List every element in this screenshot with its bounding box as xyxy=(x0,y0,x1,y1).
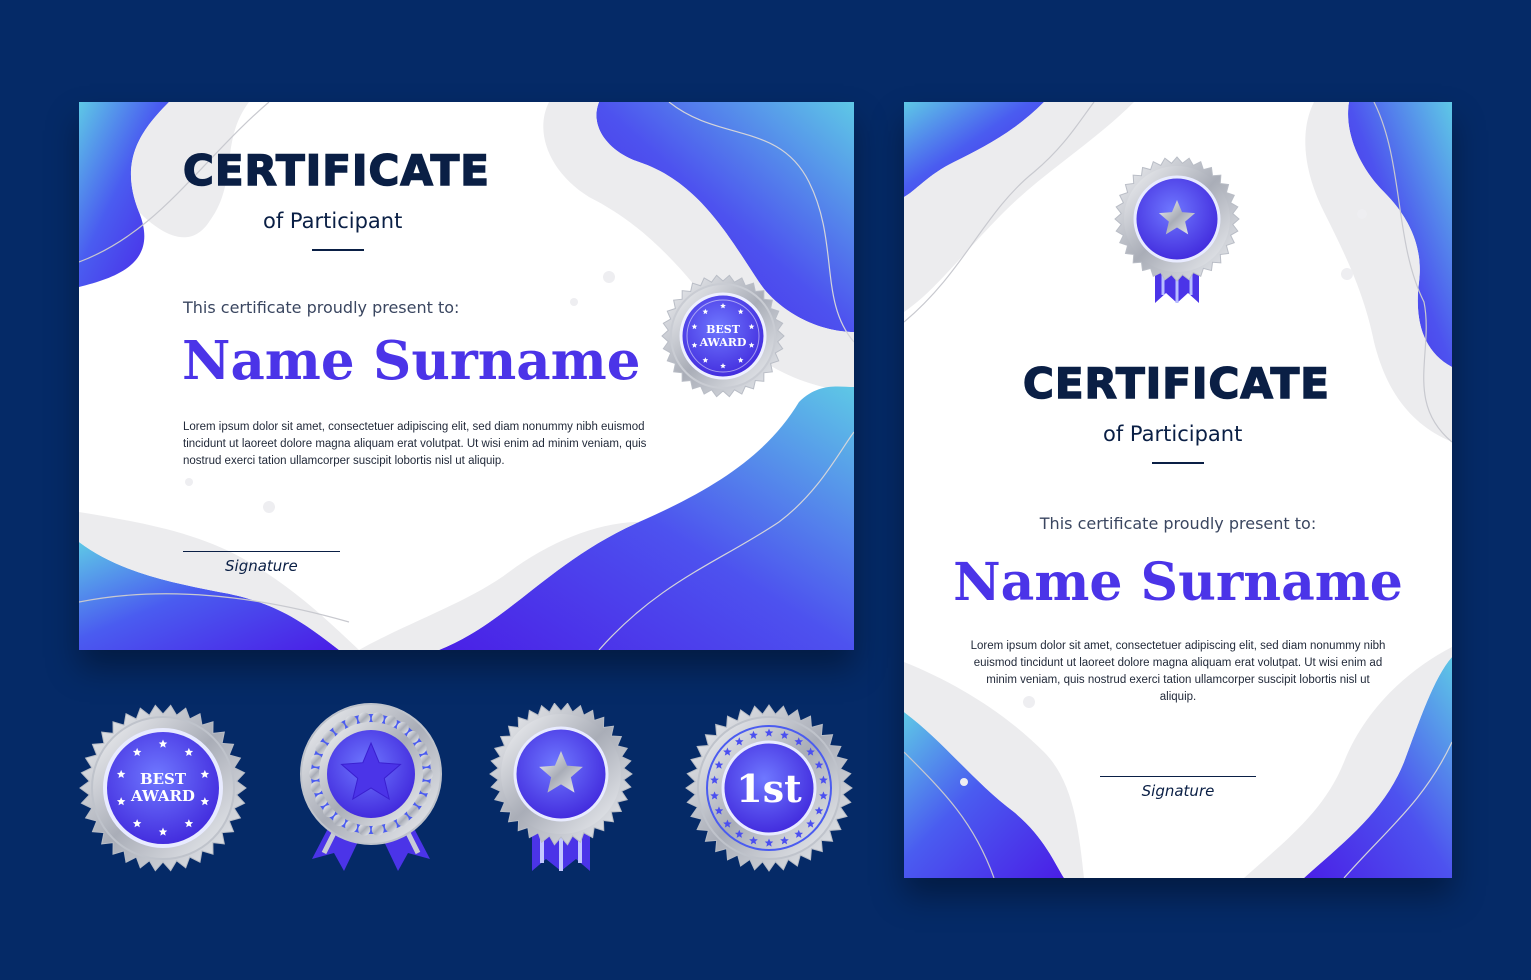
badge-text-line-1: BEST xyxy=(140,770,187,788)
star-seal-badge-icon xyxy=(488,703,634,873)
title-divider xyxy=(1152,462,1204,464)
signature-line xyxy=(183,551,340,552)
certificate-subtitle: of Participant xyxy=(263,209,403,233)
recipient-name: Name Surname xyxy=(182,330,641,392)
title-divider xyxy=(312,249,364,251)
certificate-title: CERTIFICATE xyxy=(1022,358,1330,409)
badge-text-line-2: AWARD xyxy=(699,336,747,349)
landscape-certificate: CERTIFICATE of Participant This certific… xyxy=(79,102,854,650)
star-ribbon-seal-icon xyxy=(1113,155,1241,305)
present-text: This certificate proudly present to: xyxy=(1039,514,1317,533)
star-ribbon-badge-icon xyxy=(298,703,444,873)
present-text: This certificate proudly present to: xyxy=(183,298,460,317)
certificate-subtitle: of Participant xyxy=(1103,422,1243,446)
best-award-badge-icon: BEST AWARD xyxy=(79,704,247,872)
signature-line xyxy=(1100,776,1256,777)
certificate-body: Lorem ipsum dolor sit amet, consectetuer… xyxy=(970,640,1386,703)
certificate-body: Lorem ipsum dolor sit amet, consectetuer… xyxy=(183,421,647,467)
recipient-name: Name Surname xyxy=(953,552,1403,613)
rank-text: 1st xyxy=(736,766,802,811)
portrait-certificate: CERTIFICATE of Participant This certific… xyxy=(904,102,1452,878)
best-award-seal-icon: BEST AWARD xyxy=(661,274,785,398)
certificate-title: CERTIFICATE xyxy=(182,145,490,196)
signature-label: Signature xyxy=(225,557,298,575)
first-place-badge-icon: 1st xyxy=(685,704,853,872)
badge-text-line-2: AWARD xyxy=(130,787,195,805)
signature-label: Signature xyxy=(1141,782,1215,800)
badge-text-line-1: BEST xyxy=(706,323,741,336)
